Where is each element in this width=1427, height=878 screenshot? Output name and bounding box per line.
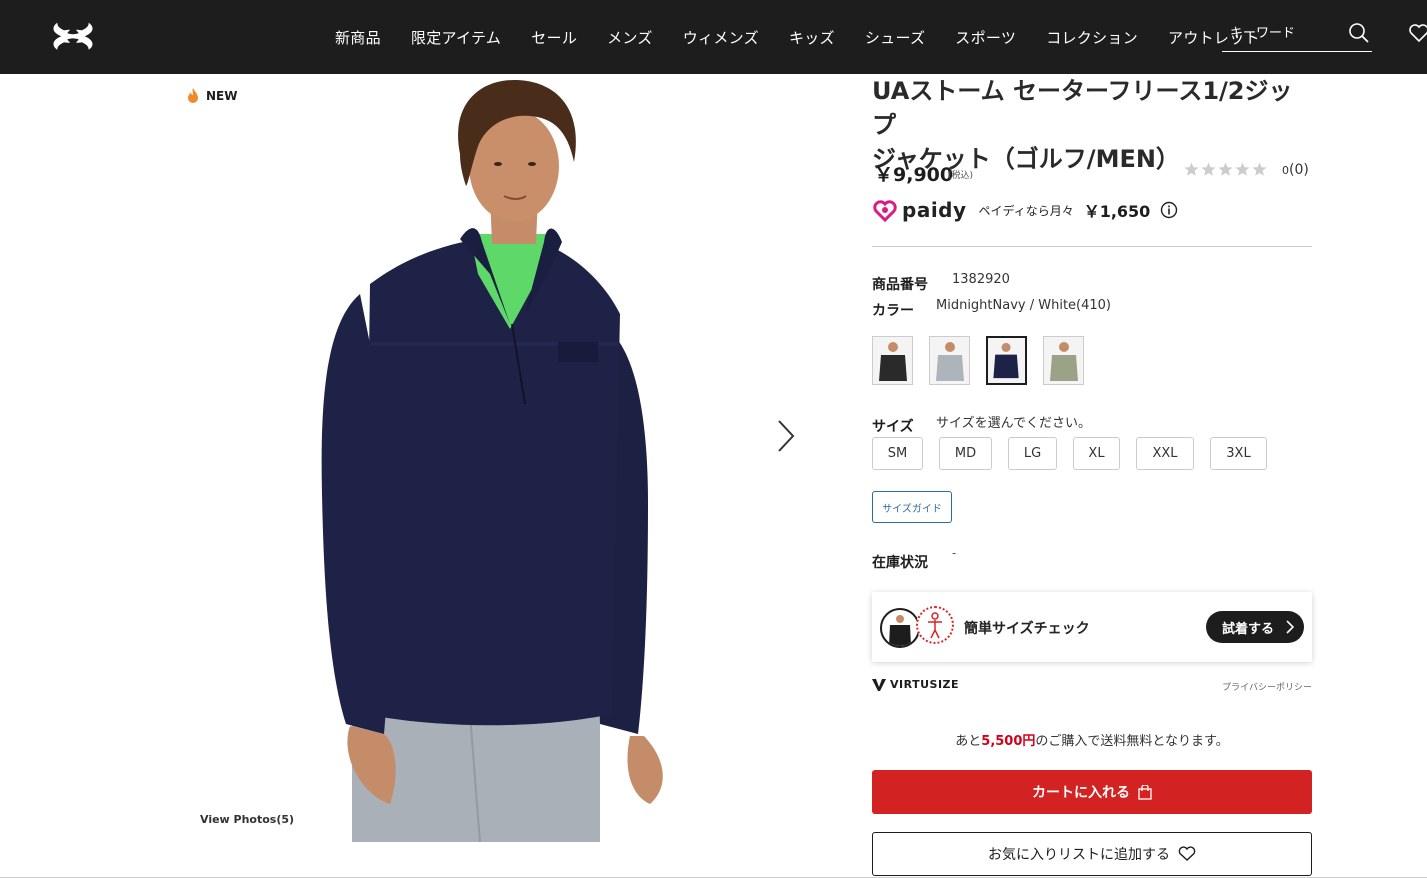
swatch-gray[interactable]: [929, 336, 970, 385]
nav-limited[interactable]: 限定アイテム: [411, 27, 501, 48]
privacy-link[interactable]: プライバシーポリシー: [1222, 680, 1312, 693]
heart-icon[interactable]: [1408, 22, 1427, 44]
size-lg[interactable]: LG: [1008, 437, 1057, 470]
star-icon: [1201, 162, 1216, 176]
size-xxl[interactable]: XXL: [1136, 437, 1194, 470]
price-row: ￥9,900 (税込) 0(0): [872, 160, 1312, 186]
rating-score: 0: [1282, 164, 1289, 177]
info-icon[interactable]: [1160, 201, 1178, 219]
virtusize-widget: 簡単サイズチェック 試着する: [872, 592, 1312, 662]
product-price: ￥9,900: [874, 164, 954, 186]
size-3xl[interactable]: 3XL: [1210, 437, 1267, 470]
nav-mens[interactable]: メンズ: [607, 27, 653, 48]
nav-collection[interactable]: コレクション: [1046, 27, 1138, 48]
add-to-cart-button[interactable]: カートに入れる: [872, 770, 1312, 814]
shipping-note: あと5,500円のご購入で送料無料となります。: [872, 730, 1312, 749]
ua-logo-icon[interactable]: [50, 20, 96, 50]
nav-sports[interactable]: スポーツ: [955, 27, 1016, 48]
ship-suffix: のご購入で送料無料となります。: [1035, 734, 1229, 749]
swatch-black-image: [879, 342, 907, 381]
stock-label: 在庫状況: [872, 555, 928, 571]
swatch-olive-image: [1050, 342, 1078, 381]
product-title-line1: UAストーム セーターフリース1/2ジップ: [872, 77, 1293, 139]
heart-icon: [1178, 846, 1196, 861]
size-sm[interactable]: SM: [872, 437, 923, 470]
size-label: サイズ: [872, 419, 914, 435]
new-badge-label: NEW: [206, 89, 238, 103]
search-input[interactable]: [1222, 18, 1332, 48]
main-nav: 新商品 限定アイテム セール メンズ ウィメンズ キッズ シューズ スポーツ コ…: [320, 0, 1275, 74]
swatch-gray-image: [936, 342, 964, 381]
add-to-wishlist-button[interactable]: お気に入りリストに追加する: [872, 832, 1312, 876]
bag-icon: [1138, 784, 1152, 800]
nav-sale[interactable]: セール: [531, 27, 577, 48]
virtusize-icon: [872, 678, 886, 691]
color-label: カラー: [872, 303, 914, 319]
rating-reviews: (0): [1289, 162, 1309, 178]
paidy-brand: paidy: [902, 198, 967, 222]
star-icon: [1218, 162, 1233, 176]
nav-new[interactable]: 新商品: [335, 27, 381, 48]
vs-body-icon: [916, 606, 954, 644]
divider: [872, 246, 1312, 247]
item-number-label: 商品番号: [872, 277, 928, 293]
nav-shoes[interactable]: シューズ: [865, 27, 925, 48]
nav-kids[interactable]: キッズ: [789, 27, 835, 48]
product-model-image: [321, 80, 663, 842]
product-photo[interactable]: [300, 74, 720, 842]
search-box: [1222, 18, 1372, 52]
virtusize-label: VIRTUSIZE: [890, 678, 960, 691]
size-md[interactable]: MD: [939, 437, 992, 470]
view-photos-link[interactable]: View Photos(5): [200, 813, 294, 826]
try-on-label: 試着する: [1222, 621, 1275, 637]
add-to-cart-label: カートに入れる: [1032, 785, 1130, 801]
paidy-logo-icon: [873, 200, 897, 223]
vs-body-figure: [928, 612, 942, 639]
site-header: 新商品 限定アイテム セール メンズ ウィメンズ キッズ シューズ スポーツ コ…: [0, 0, 1427, 74]
swatch-black[interactable]: [872, 336, 913, 385]
rating-count[interactable]: 0(0): [1282, 162, 1309, 178]
vs-garment-avatar: [880, 608, 920, 648]
vs-title: 簡単サイズチェック: [964, 621, 1090, 637]
item-number: 1382920: [952, 272, 1010, 287]
swatch-navy-image: [993, 342, 1019, 379]
paidy-text: ペイディなら月々: [978, 203, 1074, 218]
search-icon[interactable]: [1348, 22, 1370, 44]
virtusize-logo: VIRTUSIZE: [872, 678, 959, 691]
tax-label: (税込): [948, 171, 974, 181]
paidy-price: ￥1,650: [1083, 202, 1151, 221]
chevron-right-icon[interactable]: [772, 418, 798, 454]
vs-garment-image: [889, 615, 911, 646]
star-icon: [1235, 162, 1250, 176]
chevron-right-icon: [1286, 620, 1294, 634]
size-xl[interactable]: XL: [1073, 437, 1120, 470]
flame-icon: [188, 88, 198, 103]
star-icon: [1184, 162, 1199, 176]
ship-amount: 5,500円: [981, 734, 1036, 749]
add-to-wishlist-label: お気に入りリストに追加する: [988, 847, 1170, 863]
swatch-olive[interactable]: [1043, 336, 1084, 385]
new-badge: NEW: [186, 88, 237, 104]
nav-womens[interactable]: ウィメンズ: [683, 27, 759, 48]
try-on-button[interactable]: 試着する: [1206, 611, 1304, 643]
color-value: MidnightNavy / White(410): [936, 298, 1111, 313]
star-icon: [1252, 162, 1267, 176]
rating-stars[interactable]: [1184, 162, 1269, 177]
size-hint: サイズを選んでください。: [936, 416, 1091, 431]
swatch-navy[interactable]: [986, 336, 1027, 385]
size-options: SM MD LG XL XXL 3XL: [872, 437, 1283, 470]
size-guide-button[interactable]: サイズガイド: [872, 491, 952, 523]
paidy-row: paidy ペイディなら月々 ￥1,650: [872, 196, 1312, 224]
product-details: UAストーム セーターフリース1/2ジップ ジャケット（ゴルフ/MEN） ￥9,…: [872, 74, 1312, 876]
ship-prefix: あと: [955, 734, 982, 749]
color-swatches: [872, 336, 1100, 385]
stock-value: -: [952, 546, 957, 560]
